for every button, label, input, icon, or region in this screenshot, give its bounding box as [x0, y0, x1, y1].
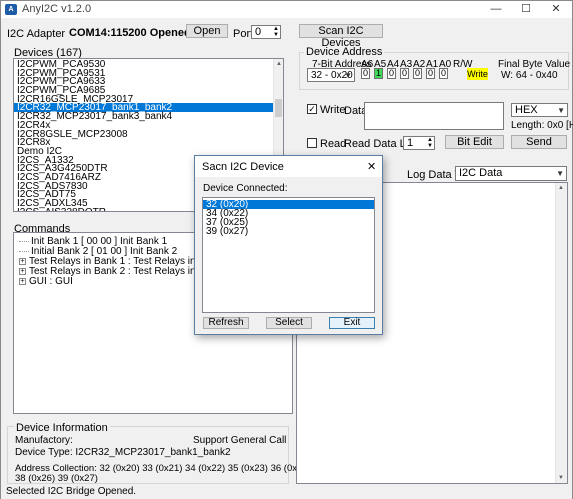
- tree-line-icon: [19, 250, 29, 252]
- window-title: AnyI2C v1.2.0: [22, 3, 92, 15]
- dialog-title: Sacn I2C Device: [202, 161, 284, 173]
- expand-icon[interactable]: +: [19, 277, 26, 285]
- read-length-value: 1: [407, 137, 414, 149]
- general-call-label: Support General Call: [193, 435, 287, 446]
- address-bit-box[interactable]: 1: [374, 68, 383, 79]
- manufactory-label: Manufactory:: [15, 435, 73, 446]
- port-value: 0: [255, 26, 262, 38]
- address-bit-box[interactable]: 0: [400, 68, 409, 79]
- read-checkbox[interactable]: [307, 138, 317, 148]
- log-type-select[interactable]: I2C Data ▼: [455, 166, 567, 181]
- format-value: HEX: [515, 104, 538, 116]
- device-list-item[interactable]: I2CR8GSLE_MCP23008: [14, 129, 283, 139]
- close-button[interactable]: ✕: [541, 1, 571, 18]
- address-bit-box[interactable]: 0: [413, 68, 422, 79]
- scroll-thumb[interactable]: [275, 99, 282, 117]
- connected-devices-list[interactable]: 32 (0x20) 34 (0x22) 37 (0x25) 39 (0x27): [202, 197, 375, 313]
- spinner-arrows-icon[interactable]: ▲ ▼: [427, 137, 433, 149]
- title-bar: A AnyI2C v1.2.0 — ☐ ✕: [1, 1, 572, 18]
- refresh-button[interactable]: Refresh: [203, 317, 249, 329]
- expand-icon[interactable]: +: [19, 267, 26, 275]
- maximize-button[interactable]: ☐: [511, 1, 541, 18]
- length-label: Length: 0x0 [Hex]: [511, 120, 573, 131]
- chevron-down-icon: ▼: [557, 106, 565, 115]
- tree-line-icon: [19, 240, 29, 242]
- rw-value[interactable]: Write: [467, 68, 488, 80]
- main-window: A AnyI2C v1.2.0 — ☐ ✕ I2C Adapter COM14:…: [0, 0, 573, 499]
- address-bit-box[interactable]: 0: [361, 68, 370, 79]
- write-label: Write: [320, 104, 346, 116]
- spinner-arrows-icon[interactable]: ▲ ▼: [273, 26, 279, 38]
- command-label: GUI : GUI: [29, 276, 73, 287]
- select-button[interactable]: Select: [266, 317, 312, 329]
- read-length-spinner[interactable]: 1 ▲ ▼: [403, 136, 435, 150]
- dialog-title-bar: Sacn I2C Device ✕: [195, 156, 382, 177]
- bit-edit-button[interactable]: Bit Edit: [445, 135, 504, 149]
- scroll-down-icon[interactable]: ▼: [556, 473, 566, 483]
- chevron-down-icon: ▼: [556, 169, 564, 178]
- open-button[interactable]: Open: [186, 24, 228, 38]
- expand-icon[interactable]: +: [19, 257, 26, 265]
- address-bit-box[interactable]: 0: [439, 68, 448, 79]
- port-spinner[interactable]: 0 ▲ ▼: [251, 25, 281, 39]
- log-scrollbar[interactable]: ▲ ▼: [555, 183, 567, 483]
- adapter-status: COM14:115200 Opened: [69, 27, 191, 39]
- format-select[interactable]: HEX ▼: [511, 103, 568, 117]
- log-type-value: I2C Data: [459, 167, 503, 179]
- device-type-label: Device Type: I2CR32_MCP23017_bank1_bank2: [15, 447, 231, 458]
- status-bar: Selected I2C Bridge Opened.: [1, 485, 572, 499]
- device-connected-label: Device Connected:: [203, 183, 288, 194]
- address-collection-line2: 38 (0x26) 39 (0x27): [15, 473, 98, 484]
- address-bit-box[interactable]: 0: [387, 68, 396, 79]
- app-icon: A: [5, 4, 17, 15]
- send-button[interactable]: Send: [511, 135, 567, 149]
- final-byte-label: Final Byte Value: [498, 59, 571, 70]
- status-text: Selected I2C Bridge Opened.: [6, 486, 137, 497]
- adapter-label: I2C Adapter: [7, 28, 66, 40]
- device-address-label: Device Address: [304, 46, 385, 58]
- device-list-item[interactable]: I2CR32_MCP23017_bank3_bank4: [14, 112, 283, 122]
- data-input[interactable]: [364, 102, 504, 130]
- connected-device-item[interactable]: 39 (0x27): [203, 227, 374, 237]
- write-checkbox[interactable]: ✓: [307, 104, 317, 114]
- exit-button[interactable]: Exit: [329, 317, 375, 329]
- dialog-close-icon[interactable]: ✕: [367, 160, 376, 173]
- seven-bit-address-select[interactable]: 32 - 0x20 ▼: [307, 68, 355, 82]
- final-byte-value: W: 64 - 0x40: [501, 70, 558, 81]
- scan-dialog: Sacn I2C Device ✕ Device Connected: 32 (…: [194, 155, 383, 335]
- scan-devices-button[interactable]: Scan I2C Devices: [299, 24, 383, 49]
- scroll-up-icon[interactable]: ▲: [556, 183, 566, 193]
- address-bit-box[interactable]: 0: [426, 68, 435, 79]
- minimize-button[interactable]: —: [481, 1, 511, 18]
- device-info-label: Device Information: [14, 422, 110, 434]
- read-label: Read: [320, 138, 347, 150]
- scroll-up-icon[interactable]: ▲: [274, 59, 283, 69]
- chevron-down-icon: ▼: [344, 71, 352, 80]
- command-item[interactable]: + GUI : GUI: [19, 276, 73, 287]
